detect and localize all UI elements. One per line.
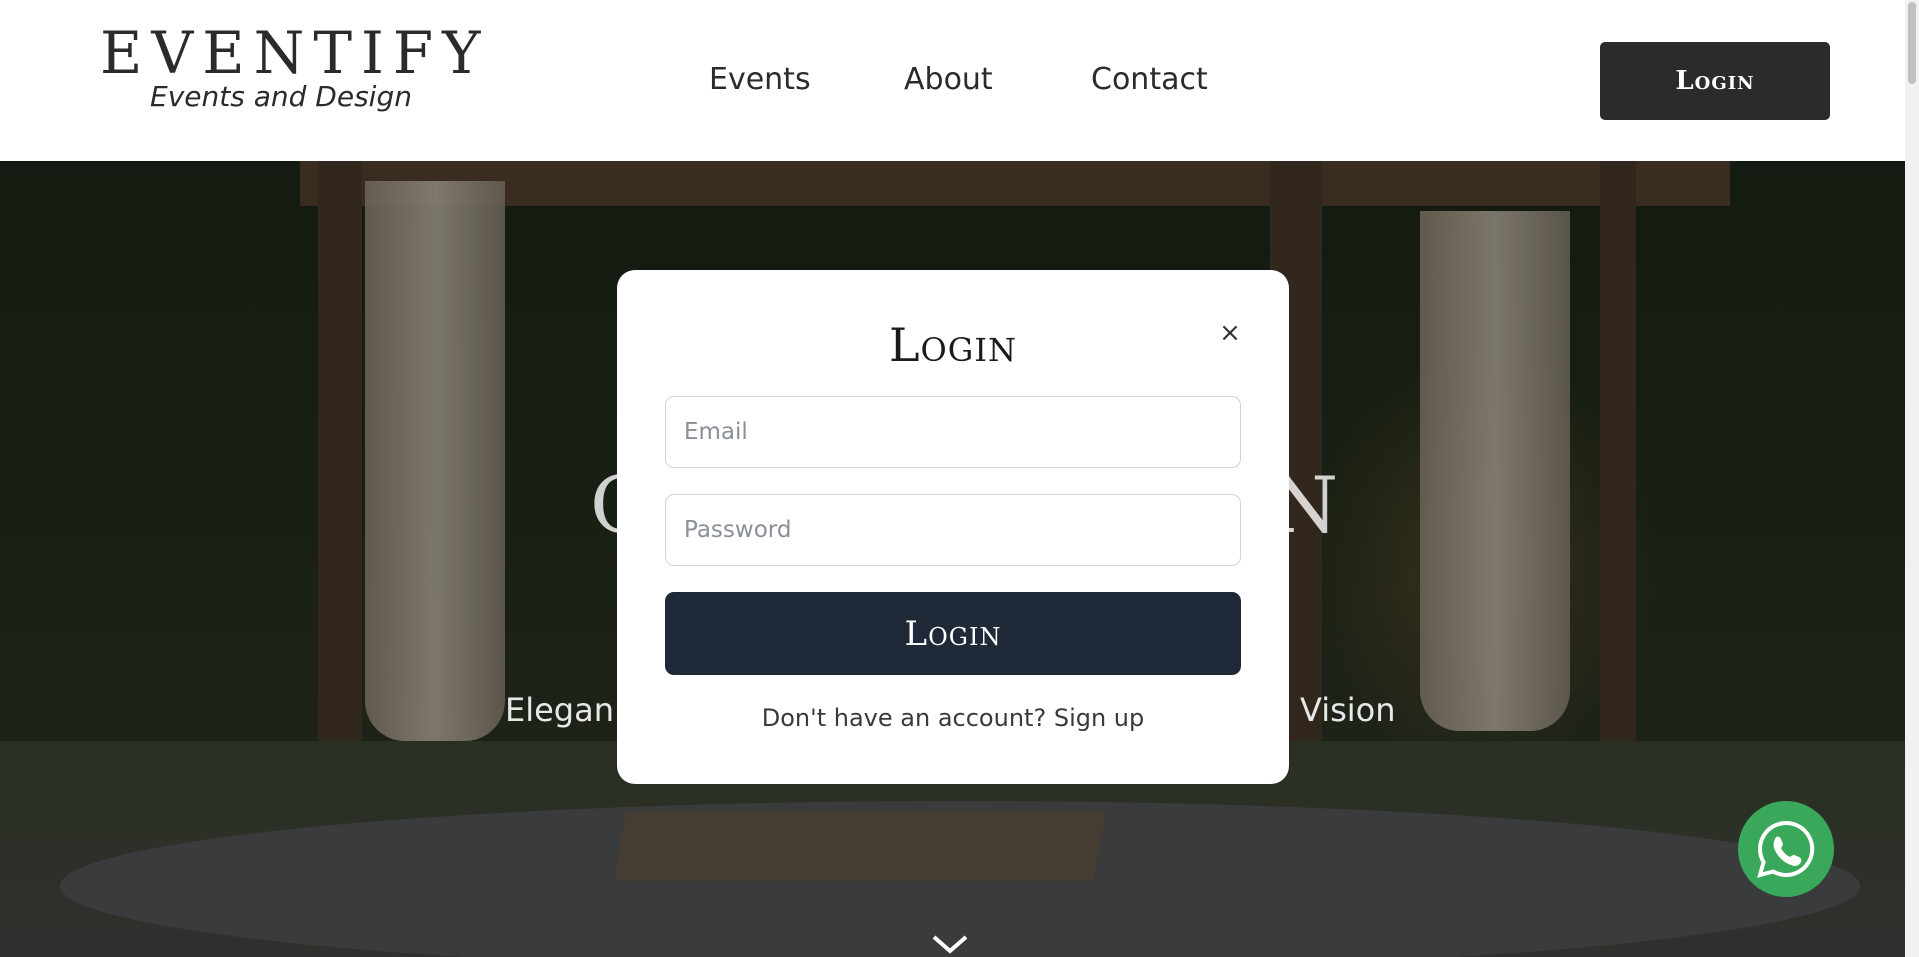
page-scrollbar[interactable]	[1905, 0, 1919, 957]
modal-title: Login	[889, 318, 1017, 372]
email-field[interactable]	[665, 396, 1241, 468]
signup-link[interactable]: Sign up	[1054, 704, 1144, 732]
signup-text: Don't have an account?	[761, 704, 1047, 732]
modal-backdrop: Login × Login Don't have an account? Sig…	[0, 0, 1905, 957]
password-field[interactable]	[665, 494, 1241, 566]
scrollbar-thumb[interactable]	[1908, 2, 1916, 84]
close-icon[interactable]: ×	[1215, 318, 1245, 348]
signup-prompt: Don't have an account? Sign up	[617, 704, 1289, 732]
login-submit-button[interactable]: Login	[665, 592, 1241, 675]
login-modal: Login × Login Don't have an account? Sig…	[617, 270, 1289, 784]
